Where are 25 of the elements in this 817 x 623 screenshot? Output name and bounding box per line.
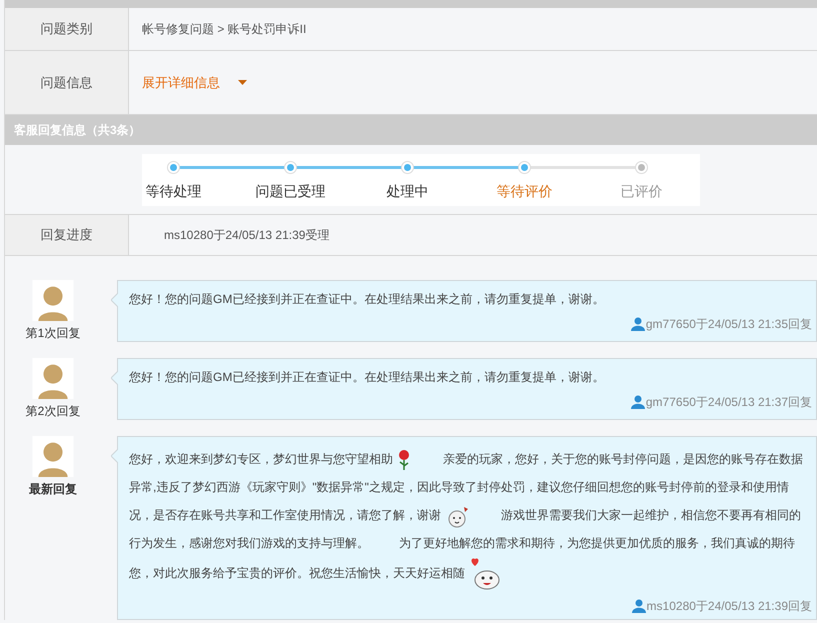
step-label: 问题已受理 bbox=[256, 182, 326, 200]
step-label: 等待处理 bbox=[146, 182, 202, 200]
reply-message: 您好！您的问题GM已经接到并正在查证中。在处理结果出来之前，请勿重复提单，谢谢。 bbox=[129, 369, 606, 386]
progress-status: ms10280于24/05/13 21:39受理 bbox=[164, 227, 330, 244]
reply-meta: gm77650于24/05/13 21:37回复 bbox=[630, 393, 812, 411]
reply-message: 您好，欢迎来到梦幻专区，梦幻世界与您守望相助 亲爱的玩家，您好，关于您的账号封停问题，是因您的账号存在数据异常,违反了梦幻西游《玩家守则》"数据异常"之规定，因此导致了封停处罚，建议您仔细回想您的账号封停前的登录和使用情况，是否存在账号共享和工作室使用情况，请您了解，谢谢 游戏世界需要我们大家一起维护，相信您不要再有相同的行为发生，感谢您对我们游戏的支持与理解。 为了更好地解您的需求和期待，为您提供更加优质的服务，我们真诚的期待您，对此次服务给予宝贵的评价。祝您生活愉快，天天好运相随 bbox=[129, 445, 812, 591]
step-label: 处理中 bbox=[386, 182, 428, 200]
row-label: 问题类别 bbox=[40, 20, 92, 38]
row-label: 问题信息 bbox=[40, 74, 92, 92]
step-label: 等待评价 bbox=[496, 182, 552, 200]
expand-link[interactable]: 展开详细信息 bbox=[142, 72, 247, 92]
reply-caption: 第2次回复 bbox=[26, 403, 80, 420]
reply-caption: 最新回复 bbox=[29, 481, 77, 498]
user-icon bbox=[630, 395, 645, 409]
face-icon bbox=[469, 557, 501, 591]
reply-message: 您好！您的问题GM已经接到并正在查证中。在处理结果出来之前，请勿重复提单，谢谢。 bbox=[129, 291, 606, 308]
reply-meta: gm77650于24/05/13 21:35回复 bbox=[630, 315, 812, 333]
reply-meta: ms10280于24/05/13 21:39回复 bbox=[632, 597, 812, 615]
user-icon bbox=[630, 317, 645, 331]
caret-icon bbox=[238, 80, 247, 85]
category-path: 帐号修复问题 > 账号处罚申诉II bbox=[142, 21, 306, 38]
reply-caption: 第1次回复 bbox=[26, 325, 80, 342]
step-label: 已评价 bbox=[620, 182, 662, 200]
row-label: 回复进度 bbox=[40, 226, 92, 244]
user-icon bbox=[632, 599, 646, 613]
